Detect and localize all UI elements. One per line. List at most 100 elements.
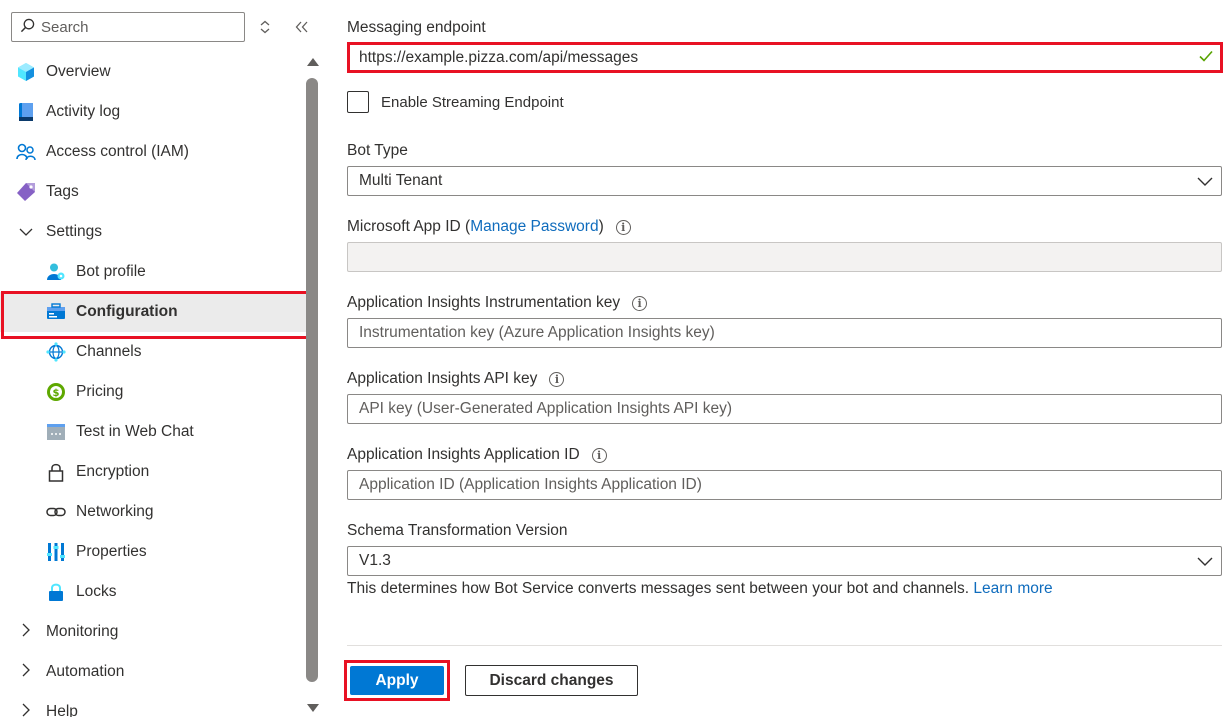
menu-item-locks[interactable]: Locks <box>0 572 306 612</box>
apply-button-highlight: Apply <box>344 660 450 701</box>
networking-icon <box>46 502 66 522</box>
messaging-endpoint-label: Messaging endpoint <box>347 19 486 36</box>
schema-help-description: This determines how Bot Service converts… <box>347 580 970 597</box>
info-icon[interactable]: i <box>615 219 631 235</box>
menu-item-label: Configuration <box>76 303 178 320</box>
sidebar-scrollbar[interactable] <box>305 52 319 717</box>
search-icon <box>20 18 35 37</box>
lock-icon <box>46 462 66 482</box>
discard-changes-button[interactable]: Discard changes <box>465 665 638 696</box>
menu-item-label: Overview <box>46 63 111 80</box>
menu-group-label: Monitoring <box>46 623 119 640</box>
menu-item-label: Pricing <box>76 383 124 400</box>
menu-item-label: Networking <box>76 503 154 520</box>
api-key-label: Application Insights API key <box>347 370 538 387</box>
instrumentation-key-placeholder: Instrumentation key (Azure Application I… <box>359 324 715 341</box>
resource-menu: Search Overview Activity log Access cont… <box>0 0 324 717</box>
app-id-label-row: Microsoft App ID (Manage Password) i <box>347 218 631 236</box>
channels-icon <box>46 342 66 362</box>
scroll-thumb[interactable] <box>306 78 318 682</box>
chevron-down-icon <box>1197 553 1213 574</box>
pricing-icon: $ <box>46 382 66 402</box>
info-icon[interactable]: i <box>632 295 648 311</box>
checkbox-box[interactable] <box>347 91 369 113</box>
info-icon[interactable]: i <box>591 447 607 463</box>
menu-item-properties[interactable]: Properties <box>0 532 306 572</box>
api-key-placeholder: API key (User-Generated Application Insi… <box>359 400 733 417</box>
application-id-placeholder: Application ID (Application Insights App… <box>359 476 702 493</box>
menu-item-encryption[interactable]: Encryption <box>0 452 306 492</box>
configuration-form: Messaging endpoint https://example.pizza… <box>344 0 1223 717</box>
menu-item-access-control[interactable]: Access control (IAM) <box>0 132 306 172</box>
menu-group-automation[interactable]: Automation <box>0 652 306 692</box>
menu-item-configuration[interactable]: Configuration <box>0 291 310 339</box>
menu-item-label: Activity log <box>46 103 121 120</box>
menu-item-label: Properties <box>76 543 147 560</box>
bot-type-value: Multi Tenant <box>359 172 443 189</box>
schema-help-text: This determines how Bot Service converts… <box>347 580 1053 598</box>
chevron-right-icon <box>16 663 36 681</box>
instrumentation-key-label: Application Insights Instrumentation key <box>347 294 621 311</box>
menu-item-networking[interactable]: Networking <box>0 492 306 532</box>
menu-group-monitoring[interactable]: Monitoring <box>0 612 306 652</box>
menu-item-label: Tags <box>46 183 79 200</box>
menu-item-label: Test in Web Chat <box>76 423 194 440</box>
bot-type-label: Bot Type <box>347 142 408 159</box>
instrumentation-key-input[interactable]: Instrumentation key (Azure Application I… <box>347 318 1222 348</box>
menu-item-overview[interactable]: Overview <box>0 52 306 92</box>
properties-icon <box>46 542 66 562</box>
configuration-icon <box>46 302 66 322</box>
menu-item-channels[interactable]: Channels <box>0 332 306 372</box>
menu-item-label: Encryption <box>76 463 150 480</box>
schema-version-select[interactable]: V1.3 <box>347 546 1222 576</box>
streaming-endpoint-checkbox[interactable]: Enable Streaming Endpoint <box>347 91 564 113</box>
app-id-label: Microsoft App ID ( <box>347 218 471 235</box>
sort-icon[interactable] <box>255 16 275 38</box>
messaging-endpoint-value: https://example.pizza.com/api/messages <box>359 48 639 66</box>
menu-group-help[interactable]: Help <box>0 692 306 717</box>
menu-group-settings[interactable]: Settings <box>0 212 306 252</box>
scroll-down-arrow-icon[interactable] <box>307 704 319 712</box>
menu-item-activity-log[interactable]: Activity log <box>0 92 306 132</box>
chevron-down-icon <box>16 224 36 241</box>
application-id-label: Application Insights Application ID <box>347 446 580 463</box>
search-input[interactable]: Search <box>11 12 245 42</box>
app-id-label-suffix: ) <box>598 218 604 235</box>
bot-type-select[interactable]: Multi Tenant <box>347 166 1222 196</box>
api-key-label-row: Application Insights API key i <box>347 370 565 388</box>
menu-group-label: Settings <box>46 223 103 240</box>
web-chat-icon <box>46 422 66 442</box>
menu-item-test-web-chat[interactable]: Test in Web Chat <box>0 412 306 452</box>
people-icon <box>16 142 36 162</box>
collapse-menu-icon[interactable] <box>292 16 312 38</box>
menu-item-label: Channels <box>76 343 142 360</box>
activity-log-icon <box>16 102 36 122</box>
menu-group-label: Automation <box>46 663 125 680</box>
instrumentation-key-label-row: Application Insights Instrumentation key… <box>347 294 648 312</box>
divider <box>347 645 1222 646</box>
tag-icon <box>16 182 36 202</box>
menu-item-pricing[interactable]: $ Pricing <box>0 372 306 412</box>
svg-text:$: $ <box>53 388 60 399</box>
apply-button[interactable]: Apply <box>350 666 444 695</box>
menu-item-bot-profile[interactable]: Bot profile <box>0 252 306 292</box>
chevron-right-icon <box>16 703 36 717</box>
info-icon[interactable]: i <box>549 371 565 387</box>
menu-item-label: Access control (IAM) <box>46 143 189 160</box>
streaming-endpoint-label: Enable Streaming Endpoint <box>381 93 564 111</box>
scroll-up-arrow-icon[interactable] <box>307 58 319 66</box>
menu-item-tags[interactable]: Tags <box>0 172 306 212</box>
schema-version-label: Schema Transformation Version <box>347 522 568 539</box>
search-placeholder: Search <box>41 18 89 36</box>
messaging-endpoint-input[interactable]: https://example.pizza.com/api/messages <box>347 42 1223 73</box>
menu-item-label: Bot profile <box>76 263 146 280</box>
manage-password-link[interactable]: Manage Password <box>470 218 598 236</box>
menu-group-label: Help <box>46 703 78 717</box>
application-id-input[interactable]: Application ID (Application Insights App… <box>347 470 1222 500</box>
locks-icon <box>46 582 66 602</box>
api-key-input[interactable]: API key (User-Generated Application Insi… <box>347 394 1222 424</box>
learn-more-link[interactable]: Learn more <box>973 580 1052 597</box>
app-id-input <box>347 242 1222 272</box>
bot-profile-icon <box>46 262 66 282</box>
chevron-down-icon <box>1197 173 1213 194</box>
